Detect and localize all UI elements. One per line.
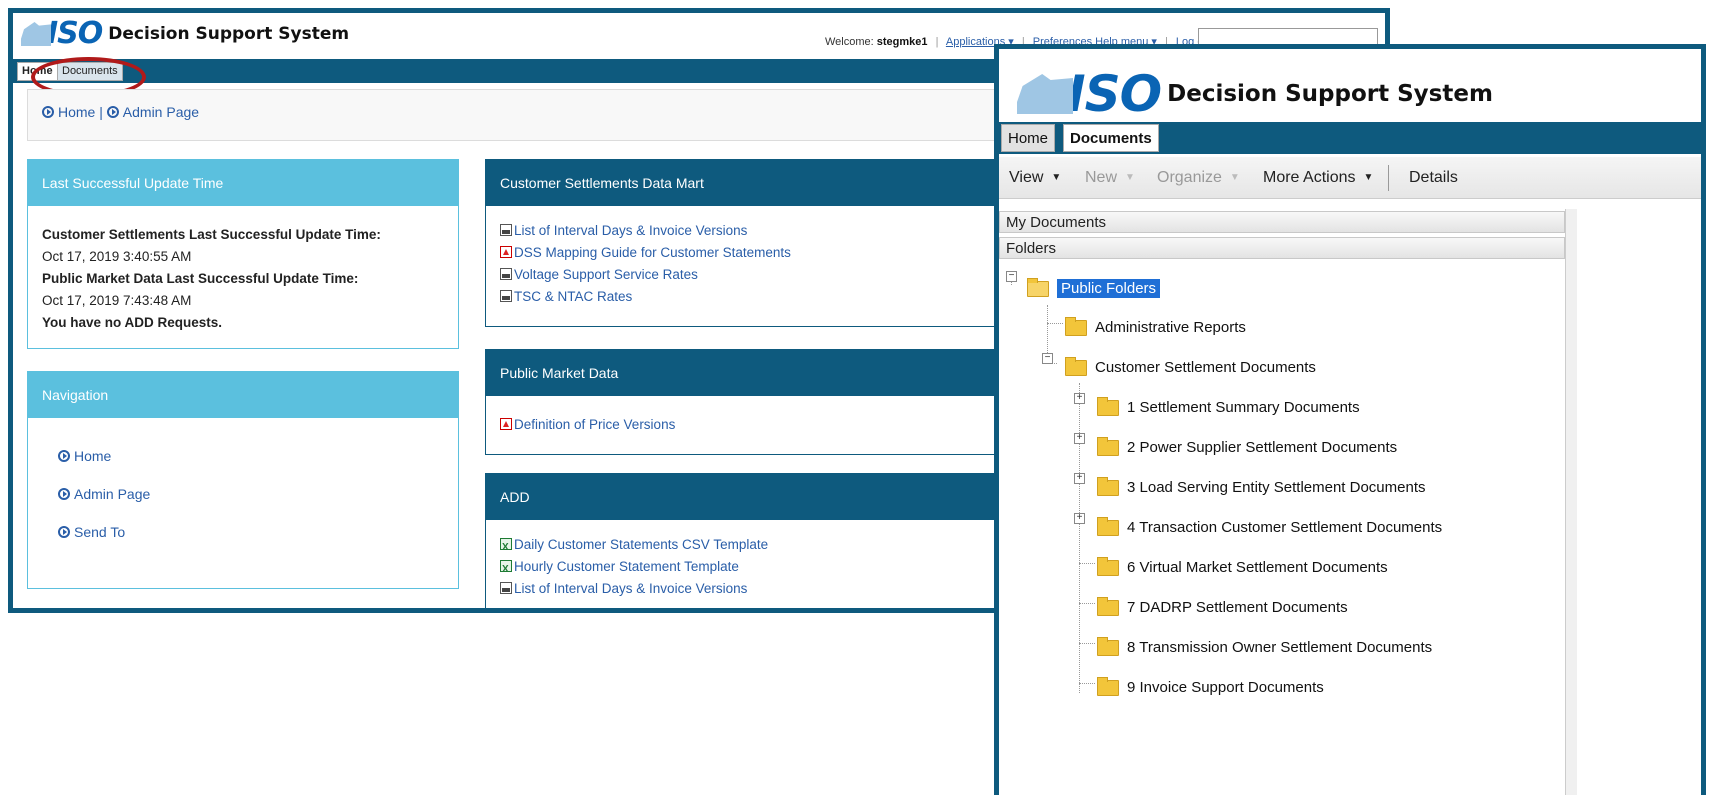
logo-iso-text: ISO — [47, 16, 103, 51]
panel-title: ADD — [486, 474, 1004, 520]
arrow-circle-icon — [106, 106, 119, 118]
tree-node-customer-settlement-documents[interactable]: Customer Settlement Documents — [1065, 356, 1316, 376]
doc-link[interactable]: List of Interval Days & Invoice Versions — [500, 220, 990, 242]
breadcrumb-home[interactable]: Home — [58, 104, 95, 120]
tree-node-administrative-reports[interactable]: Administrative Reports — [1065, 316, 1246, 336]
tree-node-folder[interactable]: 1 Settlement Summary Documents — [1097, 396, 1360, 416]
expand-toggle[interactable]: + — [1074, 433, 1085, 444]
panel-title: Last Successful Update Time — [28, 160, 458, 206]
tree-node-folder[interactable]: 9 Invoice Support Documents — [1097, 676, 1324, 696]
arrow-circle-icon — [42, 106, 54, 118]
doc-link[interactable]: List of Interval Days & Invoice Versions — [500, 578, 990, 600]
welcome-label: Welcome: — [825, 36, 874, 48]
ny-state-map-icon — [21, 22, 51, 46]
breadcrumb-admin-page[interactable]: Admin Page — [123, 104, 199, 120]
expand-toggle[interactable]: + — [1074, 513, 1085, 524]
folder-icon — [1097, 636, 1119, 656]
folder-icon — [1097, 556, 1119, 576]
collapse-toggle[interactable]: − — [1042, 353, 1053, 364]
open-folder-icon — [1027, 277, 1049, 297]
tree-node-folder[interactable]: 8 Transmission Owner Settlement Document… — [1097, 636, 1432, 656]
folder-icon — [1097, 476, 1119, 496]
doc-link[interactable]: TSC & NTAC Rates — [500, 286, 990, 308]
tree-node-folder[interactable]: 4 Transaction Customer Settlement Docume… — [1097, 516, 1442, 536]
add-panel: ADD Daily Customer Statements CSV Templa… — [485, 473, 1005, 608]
collapse-toggle[interactable]: − — [1006, 271, 1017, 282]
cs-data-mart-panel: Customer Settlements Data Mart List of I… — [485, 159, 1005, 327]
nav-home[interactable]: Home — [58, 448, 444, 464]
folder-icon — [1097, 676, 1119, 696]
cs-update-label: Customer Settlements Last Successful Upd… — [42, 227, 381, 242]
arrow-circle-icon — [58, 450, 70, 462]
document-icon — [500, 224, 512, 236]
expand-toggle[interactable]: + — [1074, 393, 1085, 404]
tree-node-public-folders[interactable]: Public Folders — [1027, 277, 1161, 298]
folder-icon — [1097, 516, 1119, 536]
doc-link[interactable]: Voltage Support Service Rates — [500, 264, 990, 286]
excel-icon — [500, 559, 512, 581]
navigation-panel: Navigation Home Admin Page Send To — [27, 371, 459, 589]
doc-link[interactable]: DSS Mapping Guide for Customer Statement… — [500, 242, 990, 264]
panel-title: Navigation — [28, 372, 458, 418]
folder-icon — [1065, 356, 1087, 376]
nyiso-logo: ISO Decision Support System — [21, 19, 349, 49]
excel-icon — [500, 537, 512, 559]
tree-node-folder[interactable]: 2 Power Supplier Settlement Documents — [1097, 436, 1397, 456]
document-icon — [500, 268, 512, 280]
tree-node-folder[interactable]: 7 DADRP Settlement Documents — [1097, 596, 1348, 616]
app-title: Decision Support System — [108, 24, 350, 44]
tree-node-folder[interactable]: 3 Load Serving Entity Settlement Documen… — [1097, 476, 1426, 496]
folder-tree: − Public Folders Administrative Reports … — [999, 49, 1565, 795]
nav-admin-page[interactable]: Admin Page — [58, 486, 444, 502]
cs-update-time: Oct 17, 2019 3:40:55 AM — [42, 249, 192, 264]
folder-icon — [1065, 316, 1087, 336]
tree-node-folder[interactable]: 6 Virtual Market Settlement Documents — [1097, 556, 1388, 576]
folder-icon — [1097, 396, 1119, 416]
pdf-icon — [500, 246, 512, 258]
panel-title: Customer Settlements Data Mart — [486, 160, 1004, 206]
last-update-panel: Last Successful Update Time Customer Set… — [27, 159, 459, 349]
dss-documents-window: ISO Decision Support System Home Documen… — [994, 44, 1706, 795]
nav-send-to[interactable]: Send To — [58, 524, 444, 540]
doc-link[interactable]: Daily Customer Statements CSV Template — [500, 534, 990, 559]
arrow-circle-icon — [58, 488, 70, 500]
arrow-circle-icon — [58, 526, 70, 538]
doc-link[interactable]: Hourly Customer Statement Template — [500, 556, 990, 581]
scrollbar[interactable] — [1565, 209, 1577, 795]
folder-icon — [1097, 436, 1119, 456]
doc-link[interactable]: Definition of Price Versions — [500, 414, 990, 436]
folder-icon — [1097, 596, 1119, 616]
public-market-data-panel: Public Market Data Definition of Price V… — [485, 349, 1005, 455]
pmd-update-label: Public Market Data Last Successful Updat… — [42, 271, 359, 286]
document-icon — [500, 582, 512, 594]
expand-toggle[interactable]: + — [1074, 473, 1085, 484]
document-icon — [500, 290, 512, 302]
username: stegmke1 — [876, 36, 928, 48]
pmd-update-time: Oct 17, 2019 7:43:48 AM — [42, 293, 192, 308]
pdf-icon — [500, 418, 512, 430]
add-requests-note: You have no ADD Requests. — [42, 315, 223, 330]
panel-title: Public Market Data — [486, 350, 1004, 396]
